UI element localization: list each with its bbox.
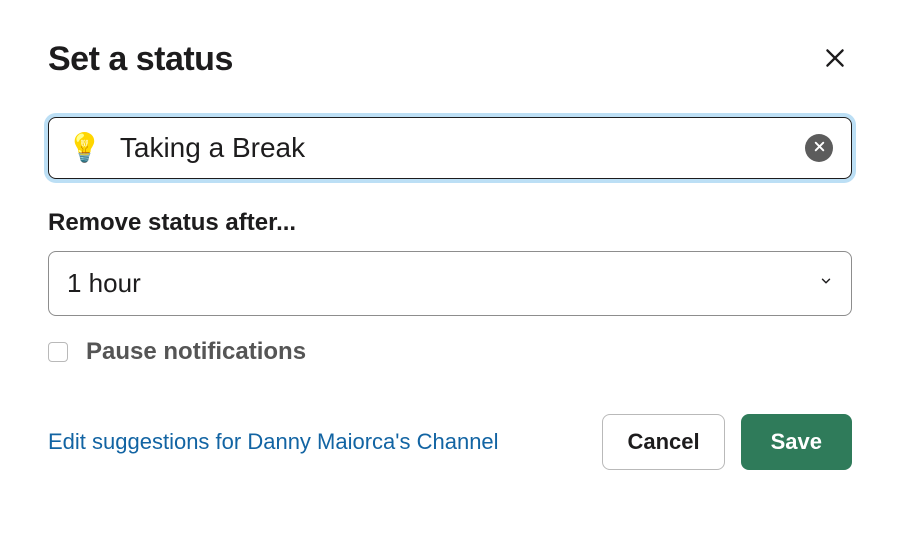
modal-title: Set a status — [48, 40, 233, 79]
remove-after-value: 1 hour — [67, 268, 141, 299]
pause-notifications-checkbox[interactable] — [48, 342, 68, 362]
cancel-button[interactable]: Cancel — [602, 414, 724, 470]
clear-status-button[interactable] — [805, 134, 833, 162]
close-button[interactable] — [818, 41, 852, 78]
close-icon — [822, 59, 848, 74]
emoji-picker-button[interactable]: 💡 — [67, 134, 102, 162]
modal-header: Set a status — [48, 40, 852, 79]
pause-notifications-label: Pause notifications — [86, 338, 306, 366]
edit-suggestions-link[interactable]: Edit suggestions for Danny Maiorca's Cha… — [48, 429, 499, 455]
pause-notifications-row: Pause notifications — [48, 338, 852, 366]
status-input-container[interactable]: 💡 — [48, 117, 852, 179]
clear-icon — [813, 140, 826, 156]
status-text-input[interactable] — [120, 132, 805, 164]
footer-buttons: Cancel Save — [602, 414, 852, 470]
chevron-down-icon — [819, 274, 833, 293]
modal-footer: Edit suggestions for Danny Maiorca's Cha… — [48, 414, 852, 470]
remove-after-label: Remove status after... — [48, 209, 852, 237]
remove-after-select[interactable]: 1 hour — [48, 251, 852, 316]
save-button[interactable]: Save — [741, 414, 852, 470]
